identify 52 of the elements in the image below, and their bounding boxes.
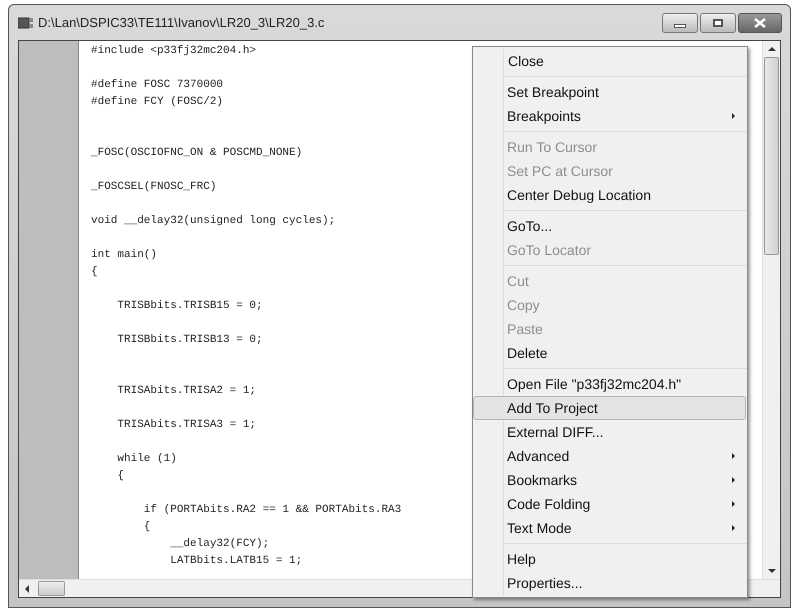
code-line: _FOSC(OSCIOFNC_ON & POSCMD_NONE)	[91, 146, 302, 161]
code-line: TRISAbits.TRISA3 = 1;	[116, 418, 256, 433]
code-line: {	[91, 265, 98, 280]
maximize-icon	[713, 19, 723, 27]
maximize-button[interactable]	[700, 13, 736, 33]
code-line: int main()	[91, 248, 158, 263]
menu-item[interactable]: Delete	[473, 341, 746, 365]
window-title: D:\Lan\DSPIC33\TE111\Ivanov\LR20_3\LR20_3.c	[38, 14, 324, 32]
menu-item[interactable]: Advanced	[473, 444, 746, 468]
menu-item[interactable]: Set Breakpoint	[473, 80, 746, 104]
code-line: while (1)	[116, 452, 177, 467]
close-icon	[754, 18, 766, 28]
code-line: TRISBbits.TRISB15 = 0;	[116, 299, 263, 314]
code-line: #define FOSC 7370000	[91, 78, 224, 93]
code-line: {	[142, 520, 150, 535]
code-line: void __delay32(unsigned long cycles);	[91, 214, 336, 229]
submenu-arrow-icon	[732, 525, 735, 531]
menu-item[interactable]: Text Mode	[473, 516, 746, 540]
submenu-arrow-icon	[732, 453, 735, 459]
scroll-up-icon	[768, 47, 776, 51]
submenu-arrow-icon	[732, 501, 735, 507]
scrollbar-thumb[interactable]	[38, 581, 65, 596]
scroll-left-icon	[25, 584, 29, 592]
code-line: if (PORTAbits.RA2 == 1 && PORTAbits.RA3	[142, 503, 402, 518]
code-line: __delay32(FCY);	[169, 537, 270, 552]
code-line: LATBbits.LATB15 = 1;	[169, 554, 302, 569]
scrollbar-thumb[interactable]	[764, 57, 779, 255]
scroll-down-icon	[768, 569, 776, 573]
menu-item[interactable]: Open File "p33fj32mc204.h"	[473, 372, 746, 396]
code-line: _FOSCSEL(FNOSC_FRC)	[91, 180, 216, 195]
menu-item[interactable]: External DIFF...	[473, 420, 746, 444]
menu-item[interactable]: Breakpoints	[473, 104, 746, 128]
submenu-arrow-icon	[732, 477, 735, 483]
menu-item[interactable]: Help	[473, 547, 746, 571]
code-line: #include <p33fj32mc204.h>	[91, 44, 256, 59]
menu-item[interactable]: GoTo...	[473, 214, 746, 238]
menu-item[interactable]: Center Debug Location	[473, 183, 746, 207]
code-line: {	[116, 469, 124, 484]
vertical-scrollbar[interactable]	[762, 41, 780, 579]
window-icon	[18, 16, 34, 28]
menu-item[interactable]: Properties...	[473, 571, 746, 595]
code-line: #define FCY (FOSC/2)	[91, 95, 224, 110]
menu-item[interactable]: Close	[474, 49, 746, 73]
code-line: TRISBbits.TRISB13 = 0;	[116, 333, 263, 348]
minimize-icon	[674, 24, 686, 28]
submenu-arrow-icon	[732, 113, 735, 119]
code-line: TRISAbits.TRISA2 = 1;	[116, 384, 256, 399]
menu-item[interactable]: Add To Project	[473, 396, 746, 420]
minimize-button[interactable]	[662, 13, 698, 33]
menu-item[interactable]: Bookmarks	[473, 468, 746, 492]
menu-item[interactable]: Code Folding	[473, 492, 746, 516]
close-button[interactable]	[738, 13, 782, 33]
